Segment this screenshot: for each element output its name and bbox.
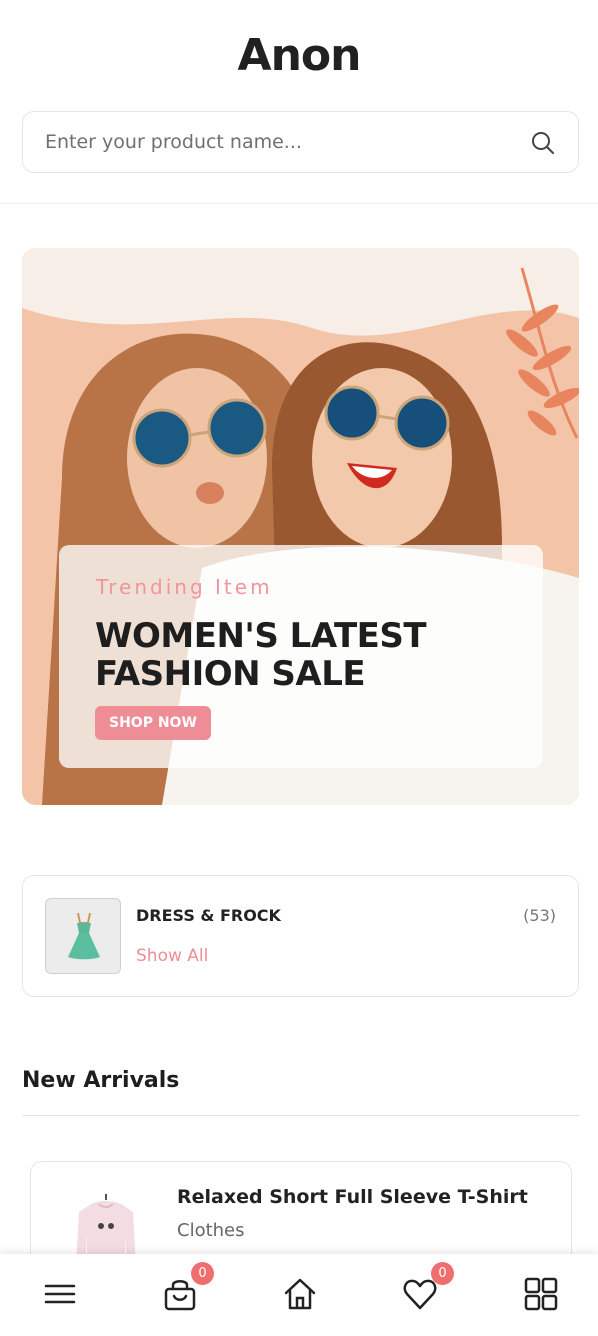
category-card[interactable]: DRESS & FROCK (53) Show All: [22, 875, 579, 997]
categories-button[interactable]: [521, 1274, 561, 1314]
show-all-link[interactable]: Show All: [136, 946, 208, 966]
wishlist-count-badge: 0: [431, 1262, 454, 1285]
cart-count-badge: 0: [191, 1262, 214, 1285]
heart-icon: [403, 1279, 437, 1310]
grid-icon: [524, 1277, 558, 1311]
hero-banner[interactable]: Trending Item WOMEN'S LATEST FASHION SAL…: [22, 248, 579, 805]
dress-icon: [68, 912, 100, 960]
shopping-bag-icon: [164, 1280, 196, 1311]
banner-subtitle: Trending Item: [96, 575, 273, 599]
section-divider: [22, 1115, 579, 1116]
search-bar: [22, 111, 579, 173]
category-title: DRESS & FROCK: [136, 906, 281, 925]
home-icon: [284, 1278, 316, 1310]
bottom-navigation: 0 0: [0, 1254, 598, 1336]
home-button[interactable]: [280, 1274, 320, 1314]
product-category: Clothes: [177, 1220, 245, 1241]
new-arrivals-title: New Arrivals: [22, 1068, 180, 1093]
banner-content-card: Trending Item WOMEN'S LATEST FASHION SAL…: [59, 545, 543, 768]
search-icon[interactable]: [530, 130, 556, 156]
dress-thumbnail: [45, 898, 121, 974]
category-count: (53): [523, 906, 556, 925]
shop-now-button[interactable]: SHOP NOW: [95, 706, 211, 740]
search-input[interactable]: [45, 112, 505, 172]
banner-title: WOMEN'S LATEST FASHION SALE: [95, 616, 427, 694]
app-logo[interactable]: Anon: [0, 30, 598, 81]
menu-icon: [44, 1284, 76, 1304]
product-name[interactable]: Relaxed Short Full Sleeve T-Shirt: [177, 1186, 528, 1208]
header-divider: [0, 203, 598, 204]
menu-button[interactable]: [40, 1274, 80, 1314]
